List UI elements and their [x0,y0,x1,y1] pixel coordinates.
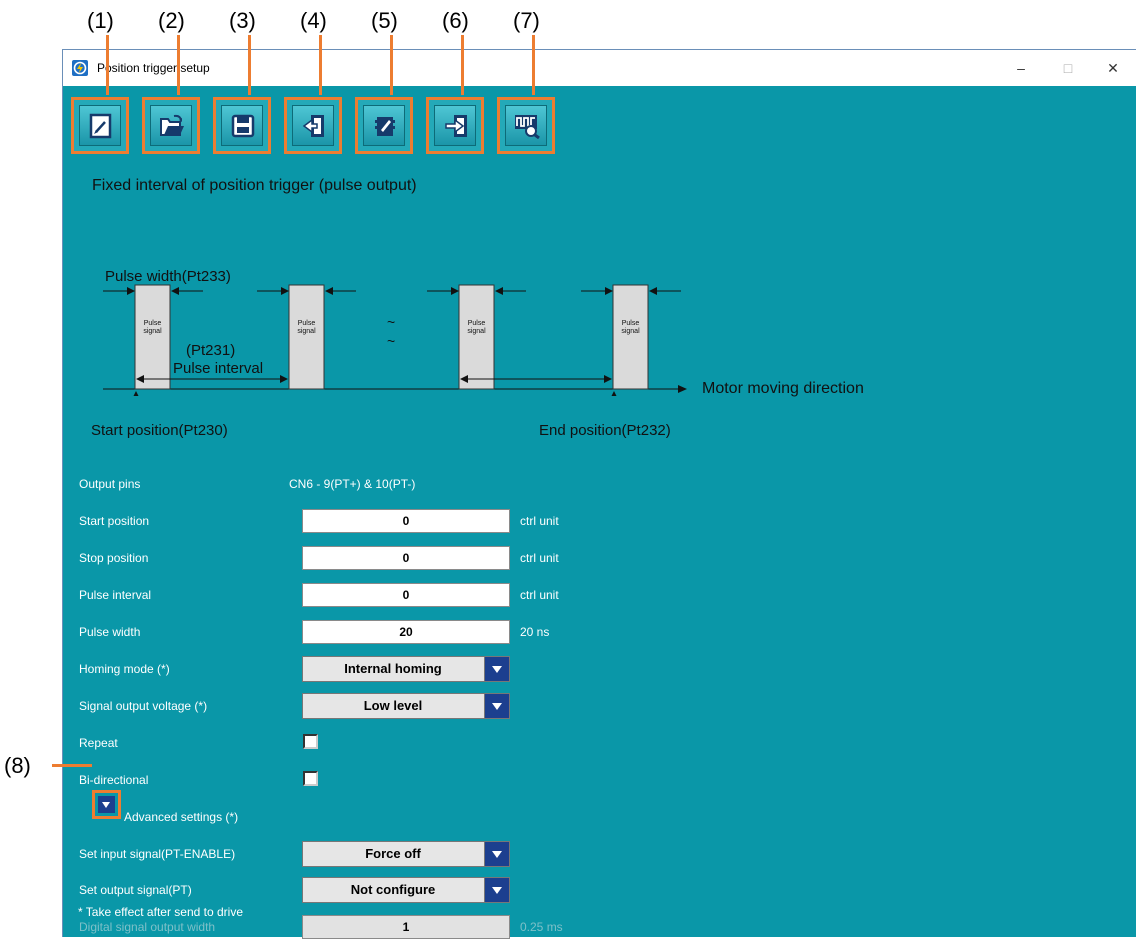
callout-6: (6) [442,8,469,33]
callout-3: (3) [229,8,256,33]
stop-position-input[interactable]: 0 [302,546,510,570]
callout-1: (1) [87,8,114,33]
save-button[interactable] [213,97,271,154]
pulse-width-unit: 20 ns [520,625,550,639]
output-signal-value: Not configure [350,882,436,897]
repeat-checkbox[interactable] [303,734,318,749]
end-position-label: End position(Pt232) [539,422,671,439]
chevron-down-icon[interactable] [484,694,509,718]
pulse-signal-label-4: Pulse signal [621,320,640,335]
write-eeprom-button[interactable] [355,97,413,154]
expand-arrow-icon [98,796,115,813]
signal-voltage-value: Low level [363,698,423,713]
callout-line-8 [52,764,92,767]
window-title: Position trigger setup [97,61,210,75]
minimize-button[interactable]: – [1001,54,1041,82]
chevron-down-icon[interactable] [484,657,509,681]
pulse-signal-label-2: Pulse signal [297,320,316,335]
read-from-drive-icon [302,115,324,137]
send-to-drive-button[interactable] [426,97,484,154]
stop-position-unit: ctrl unit [520,551,559,565]
read-from-drive-button[interactable] [284,97,342,154]
digital-width-input: 1 [302,915,510,939]
save-disk-icon [231,114,255,138]
homing-mode-label: Homing mode (*) [79,662,170,676]
pulse-width-label: Pulse width(Pt233) [105,268,231,285]
chevron-down-icon[interactable] [484,842,509,866]
callout-line-4 [319,35,322,95]
repeat-label: Repeat [79,736,118,750]
pulse-width-input[interactable]: 20 [302,620,510,644]
title-bar: Position trigger setup – □ ✕ [63,50,1136,86]
tilde-1: ~ [387,314,396,330]
output-pins-label: Output pins [79,477,141,491]
output-signal-select[interactable]: Not configure [302,877,510,903]
start-position-label: Start position(Pt230) [91,422,228,439]
output-signal-label: Set output signal(PT) [79,883,192,897]
interval-code-label: (Pt231) [186,342,236,359]
scope-waveform-icon [515,115,540,139]
tilde-2: ~ [387,333,396,349]
start-position-unit: ctrl unit [520,514,559,528]
pulse-interval-input[interactable]: 0 [302,583,510,607]
pulse-interval-field-label: Pulse interval [79,588,152,602]
callout-7: (7) [513,8,540,33]
pulse-width-field-label: Pulse width [79,625,141,639]
advanced-settings-label: Advanced settings (*) [124,810,239,824]
footnote-text: * Take effect after send to drive [78,905,243,919]
advanced-toggle-button[interactable] [92,790,121,819]
position-trigger-window: Position trigger setup – □ ✕ Fixed inter… [62,49,1136,939]
close-button[interactable]: ✕ [1093,54,1133,82]
open-folder-icon [160,114,184,136]
new-icon [89,113,112,139]
send-to-drive-icon [445,115,467,137]
callout-8: (8) [4,753,31,778]
write-eeprom-icon [375,117,395,136]
bidirectional-label: Bi-directional [79,773,149,787]
signal-voltage-label: Signal output voltage (*) [79,699,208,713]
digital-width-label: Digital signal output width [79,920,216,934]
pulse-signal-label-3: Pulse signal [467,320,486,335]
maximize-button[interactable]: □ [1048,54,1088,82]
pulse-interval-unit: ctrl unit [520,588,559,602]
callout-4: (4) [300,8,327,33]
homing-mode-value: Internal homing [344,661,442,676]
app-logo-icon [72,60,88,76]
callout-line-2 [177,35,180,95]
input-signal-value: Force off [365,846,421,861]
callout-line-7 [532,35,535,95]
interval-label: Pulse interval [173,360,264,377]
callout-line-1 [106,35,109,95]
callout-2: (2) [158,8,185,33]
callout-5: (5) [371,8,398,33]
callout-line-5 [390,35,393,95]
section-heading: Fixed interval of position trigger (puls… [92,177,417,194]
digital-width-unit: 0.25 ms [520,920,563,934]
signal-voltage-select[interactable]: Low level [302,693,510,719]
direction-label: Motor moving direction [702,380,864,397]
bidirectional-checkbox[interactable] [303,771,318,786]
pulse-diagram: Pulse width(Pt233) Pulse signal Pulse sign… [91,196,931,439]
new-button[interactable] [71,97,129,154]
input-signal-label: Set input signal(PT-ENABLE) [79,847,236,861]
start-position-input[interactable]: 0 [302,509,510,533]
output-pins-value: CN6 - 9(PT+) & 10(PT-) [289,477,416,491]
homing-mode-select[interactable]: Internal homing [302,656,510,682]
pulse-signal-label-1: Pulse signal [143,320,162,335]
callout-line-6 [461,35,464,95]
start-position-field-label: Start position [79,514,150,528]
open-button[interactable] [142,97,200,154]
chevron-down-icon[interactable] [484,878,509,902]
stop-position-field-label: Stop position [79,551,149,565]
input-signal-select[interactable]: Force off [302,841,510,867]
main-panel: Fixed interval of position trigger (puls… [63,86,1136,939]
callout-line-3 [248,35,251,95]
scope-button[interactable] [497,97,555,154]
